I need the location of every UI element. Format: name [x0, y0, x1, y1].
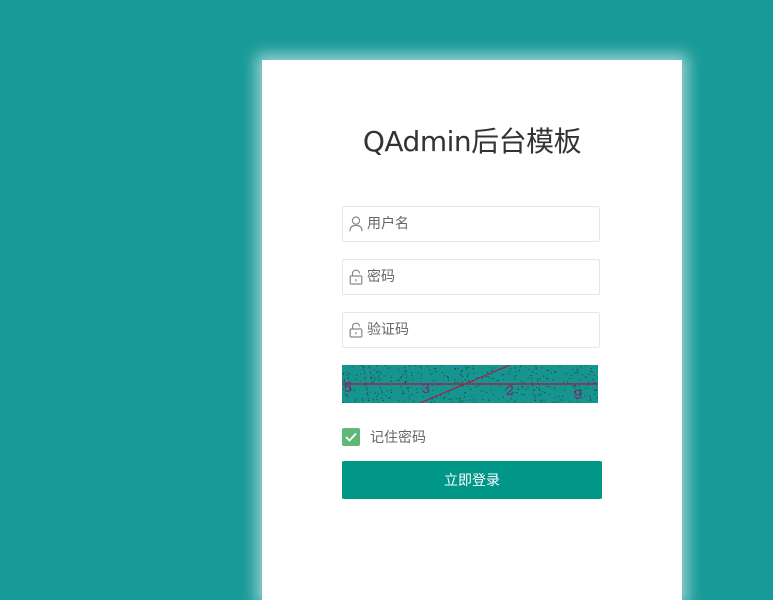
remember-label: 记住密码: [370, 427, 426, 447]
username-field[interactable]: [342, 206, 600, 242]
remember-password-toggle[interactable]: 记住密码: [342, 428, 426, 446]
captcha-input[interactable]: [367, 313, 595, 347]
captcha-char: 5: [344, 379, 352, 395]
captcha-image[interactable]: 5 3 2 9: [342, 365, 598, 403]
login-button[interactable]: 立即登录: [342, 461, 602, 499]
login-card: QAdmin后台模板: [262, 60, 682, 600]
check-icon: [345, 432, 357, 442]
captcha-field[interactable]: [342, 312, 600, 348]
captcha-char: 2: [506, 382, 514, 398]
user-icon: [349, 216, 363, 232]
captcha-char: 9: [574, 386, 582, 402]
username-input[interactable]: [367, 207, 595, 241]
page-title: QAdmin后台模板: [262, 120, 682, 160]
captcha-char: 3: [422, 380, 430, 396]
remember-checkbox[interactable]: [342, 428, 360, 446]
password-input[interactable]: [367, 260, 595, 294]
lock-icon: [349, 322, 363, 338]
lock-icon: [349, 269, 363, 285]
password-field[interactable]: [342, 259, 600, 295]
